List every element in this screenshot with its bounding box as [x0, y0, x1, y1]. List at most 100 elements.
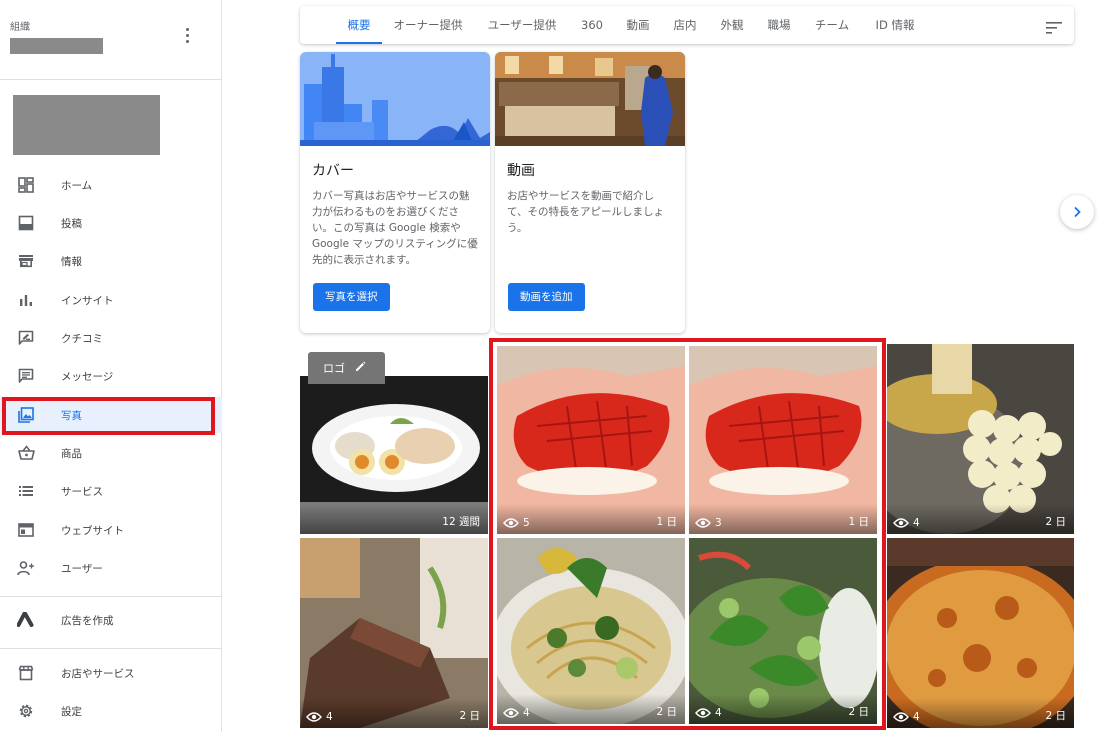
sidebar-item-label: 写真	[61, 409, 82, 422]
more-options-icon[interactable]	[180, 24, 194, 46]
view-count-value: 3	[715, 517, 722, 529]
view-count-value: 4	[523, 707, 530, 719]
tab-interior[interactable]: 店内	[670, 6, 700, 44]
sidebar-item-settings[interactable]: 設定	[0, 693, 222, 729]
photo-tabs: 概要 オーナー提供 ユーザー提供 360 動画 店内 外観 職場 チーム ID …	[300, 6, 1074, 44]
review-icon	[16, 328, 36, 348]
add-user-icon	[16, 558, 36, 578]
card-description: お店やサービスを動画で紹介して、その特長をアピールしましょう。	[507, 190, 664, 234]
view-count-value: 4	[913, 517, 920, 529]
sidebar-item-label: 情報	[61, 255, 82, 268]
eye-icon	[695, 708, 711, 718]
store-icon	[16, 663, 36, 683]
view-count: 4	[893, 711, 920, 723]
eye-icon	[695, 518, 711, 528]
sidebar-item-products[interactable]: 商品	[0, 435, 222, 471]
photo-age: 2 日	[1045, 710, 1066, 722]
view-count: 4	[695, 707, 722, 719]
sort-icon[interactable]	[1046, 19, 1062, 34]
tab-video[interactable]: 動画	[623, 6, 653, 44]
view-count: 4	[306, 711, 333, 723]
photo-age: 12 週間	[442, 516, 480, 528]
sidebar-item-services[interactable]: サービス	[0, 473, 222, 509]
sidebar-item-label: ホーム	[61, 179, 93, 192]
sidebar-item-messages[interactable]: メッセージ	[0, 358, 222, 394]
view-count: 5	[503, 517, 530, 529]
video-illustration	[495, 52, 685, 146]
chevron-right-icon	[1072, 203, 1082, 222]
basket-icon	[16, 443, 36, 463]
view-count: 3	[695, 517, 722, 529]
view-count-value: 5	[523, 517, 530, 529]
photo-age: 2 日	[656, 706, 677, 718]
gear-icon	[16, 701, 36, 721]
sidebar-item-label: 投稿	[61, 217, 82, 230]
add-video-button[interactable]: 動画を追加	[508, 283, 585, 311]
photo-icon	[16, 405, 36, 425]
sidebar-item-label: インサイト	[61, 294, 114, 307]
sidebar-divider	[0, 596, 222, 597]
tab-360[interactable]: 360	[578, 6, 606, 44]
photo-age: 1 日	[848, 516, 869, 528]
pencil-icon	[355, 361, 366, 375]
sidebar-item-label: メッセージ	[61, 370, 114, 383]
photo-tile[interactable]: 4 2 日	[887, 344, 1074, 534]
sidebar-item-photos[interactable]: 写真	[0, 397, 222, 433]
eye-icon	[893, 518, 909, 528]
photo-age: 2 日	[848, 706, 869, 718]
photo-tile[interactable]: 4 2 日	[497, 538, 685, 724]
storefront-icon	[16, 251, 36, 271]
photo-tile[interactable]: 4 2 日	[300, 538, 488, 728]
video-card: 動画 お店やサービスを動画で紹介して、その特長をアピールしましょう。 動画を追加	[495, 52, 685, 333]
tab-customer[interactable]: ユーザー提供	[484, 6, 560, 44]
eye-icon	[503, 518, 519, 528]
photo-age: 2 日	[459, 710, 480, 722]
tab-at-work[interactable]: 職場	[764, 6, 794, 44]
tab-owner[interactable]: オーナー提供	[391, 6, 465, 44]
photo-tile[interactable]: 4 2 日	[689, 538, 877, 724]
view-count: 4	[893, 517, 920, 529]
tab-overview[interactable]: 概要	[336, 6, 382, 44]
tab-team[interactable]: チーム	[811, 6, 853, 44]
photo-tile[interactable]: 4 2 日	[887, 538, 1074, 728]
sidebar-item-insights[interactable]: インサイト	[0, 282, 222, 318]
tab-identity[interactable]: ID 情報	[869, 6, 921, 44]
tab-exterior[interactable]: 外観	[717, 6, 747, 44]
sidebar-item-label: ウェブサイト	[61, 524, 124, 537]
logo-label: ロゴ	[323, 362, 345, 375]
business-image-redacted	[13, 95, 160, 155]
cover-illustration	[300, 52, 490, 146]
sidebar-item-reviews[interactable]: クチコミ	[0, 320, 222, 356]
logo-edit-chip[interactable]: ロゴ	[308, 352, 385, 384]
sidebar-item-label: ユーザー	[61, 562, 103, 575]
card-title: 動画	[507, 163, 535, 179]
photo-tile[interactable]: 3 1 日	[689, 346, 877, 534]
sidebar-item-users[interactable]: ユーザー	[0, 550, 222, 586]
sidebar-item-posts[interactable]: 投稿	[0, 205, 222, 241]
sidebar-item-label: 広告を作成	[61, 614, 114, 627]
bar-chart-icon	[16, 290, 36, 310]
sidebar-item-create-ad[interactable]: 広告を作成	[0, 602, 222, 638]
photo-age: 2 日	[1045, 516, 1066, 528]
sidebar-item-label: 商品	[61, 447, 82, 460]
org-label: 組織	[10, 22, 30, 33]
cover-photo-card: カバー カバー写真はお店やサービスの魅力が伝わるものをお選びください。この写真は…	[300, 52, 490, 333]
sidebar-item-home[interactable]: ホーム	[0, 167, 222, 203]
select-photo-button[interactable]: 写真を選択	[313, 283, 390, 311]
website-icon	[16, 520, 36, 540]
sidebar-item-website[interactable]: ウェブサイト	[0, 512, 222, 548]
sidebar-item-businesses[interactable]: お店やサービス	[0, 655, 222, 691]
eye-icon	[503, 708, 519, 718]
sidebar-item-info[interactable]: 情報	[0, 243, 222, 279]
photo-tile[interactable]: 5 1 日	[497, 346, 685, 534]
dashboard-icon	[16, 175, 36, 195]
view-count: 4	[503, 707, 530, 719]
carousel-next-button[interactable]	[1060, 195, 1094, 229]
sidebar-item-label: お店やサービス	[61, 667, 135, 680]
eye-icon	[306, 712, 322, 722]
sidebar: 組織 ホーム 投稿 情報 インサイト クチコミ メッセージ 写真 商品 サービス…	[0, 0, 222, 732]
google-ads-icon	[16, 610, 36, 630]
organization-header: 組織	[0, 0, 221, 80]
logo-photo[interactable]: 12 週間	[300, 376, 488, 534]
view-count-value: 4	[913, 711, 920, 723]
